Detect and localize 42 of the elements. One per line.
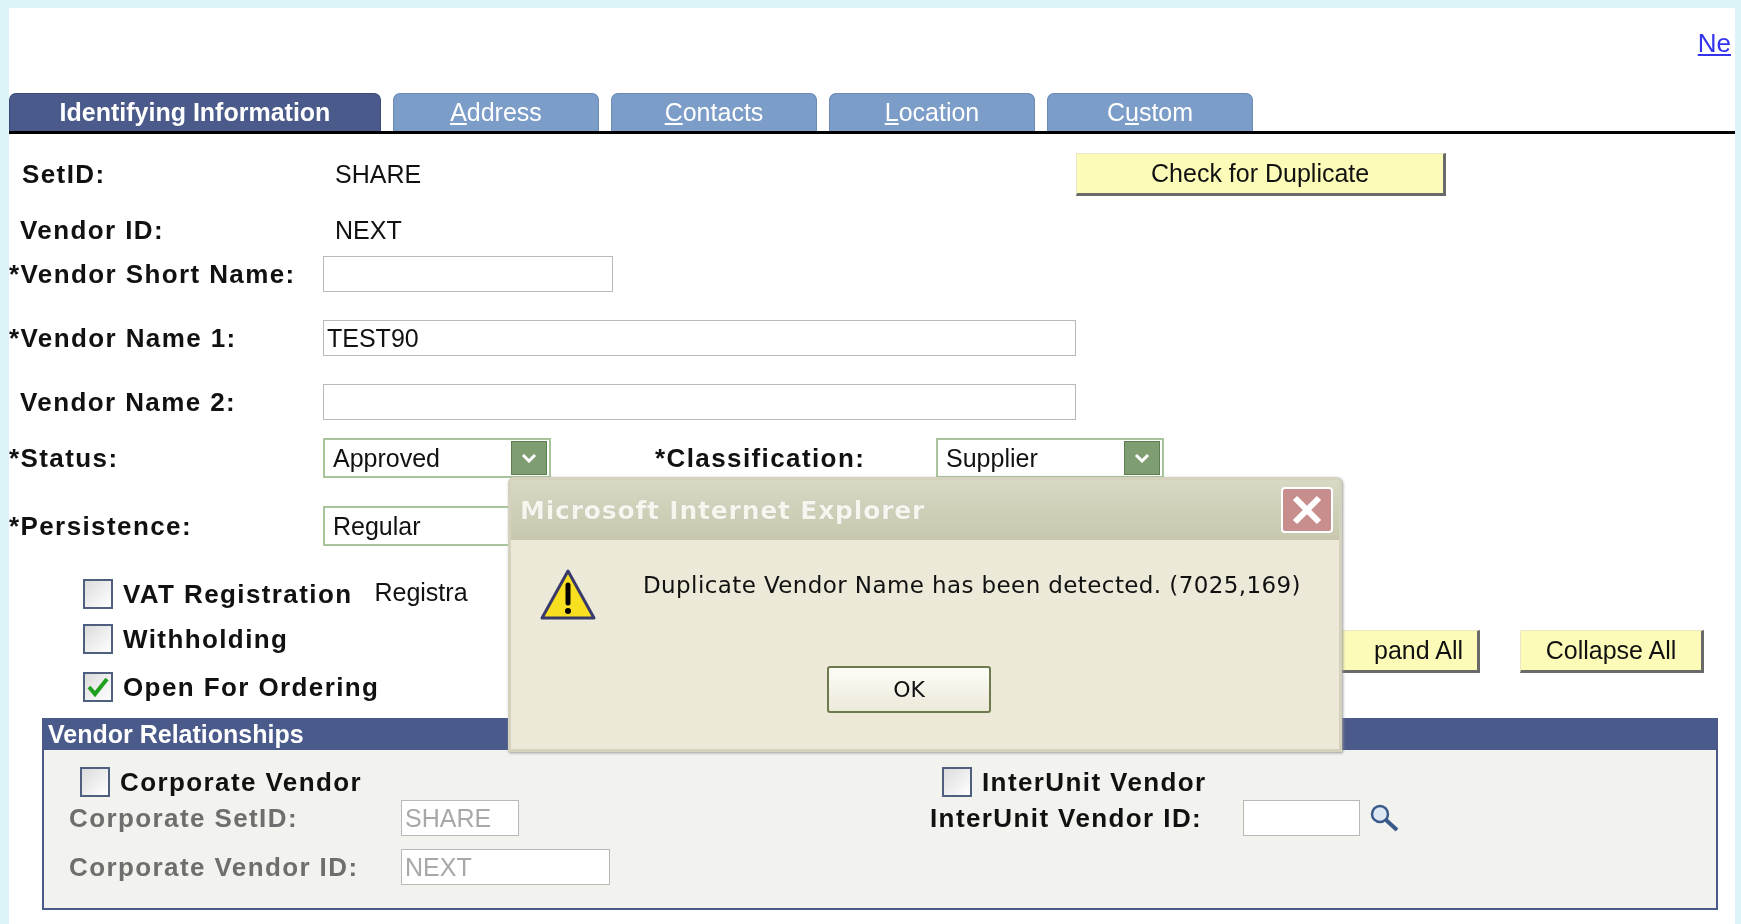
search-icon[interactable] — [1368, 803, 1400, 833]
close-button[interactable] — [1281, 487, 1333, 533]
field-label: InterUnit Vendor ID: — [930, 802, 1204, 834]
input-field[interactable] — [323, 256, 613, 292]
checkbox[interactable] — [83, 579, 113, 609]
field-label: *Persistence: — [9, 510, 193, 542]
checkbox-label: Corporate Vendor — [120, 766, 362, 798]
field-label: *Vendor Short Name: — [9, 258, 297, 290]
field-label: Corporate SetID: — [68, 802, 299, 834]
checkbox-label: VAT Registration — [123, 578, 353, 610]
close-icon — [1291, 494, 1323, 526]
checkbox[interactable] — [83, 672, 113, 702]
field-label: *Status: — [9, 442, 120, 474]
dropdown[interactable]: Approved — [323, 438, 551, 478]
tab[interactable]: Identifying Information — [9, 93, 381, 131]
body-text: Registra — [374, 578, 468, 607]
ok-button[interactable]: OK — [827, 666, 991, 713]
input-field[interactable] — [323, 384, 1076, 420]
chevron-down-icon — [521, 453, 537, 463]
field-value: NEXT — [334, 215, 402, 245]
checkbox[interactable] — [942, 767, 972, 797]
checkbox[interactable] — [80, 767, 110, 797]
field-label: *Vendor Name 1: — [9, 322, 238, 354]
checkbox[interactable] — [83, 624, 113, 654]
warning-icon — [539, 568, 597, 622]
checkbox-label: Withholding — [123, 623, 289, 655]
field-value: SHARE — [334, 159, 422, 189]
field-label: Vendor ID: — [19, 214, 165, 246]
check-duplicate-button[interactable]: Check for Duplicate — [1076, 152, 1447, 196]
field-label: Vendor Name 2: — [19, 386, 238, 418]
field-label: *Classification: — [654, 442, 867, 474]
collapse-all-button[interactable]: Collapse All — [1520, 630, 1704, 673]
dialog-message: Duplicate Vendor Name has been detected. (7025,169) — [643, 572, 1301, 598]
chevron-down-icon — [1134, 453, 1150, 463]
checkbox-label: Open For Ordering — [123, 671, 380, 703]
input-field[interactable]: TEST90 — [323, 320, 1076, 356]
checkbox-label: InterUnit Vendor — [982, 766, 1207, 798]
input-field[interactable] — [1243, 800, 1360, 836]
field-label: Corporate Vendor ID: — [68, 851, 360, 883]
link[interactable]: Ne — [1697, 28, 1731, 59]
dropdown[interactable]: Supplier — [936, 438, 1164, 478]
field-label: SetID: — [21, 158, 107, 190]
